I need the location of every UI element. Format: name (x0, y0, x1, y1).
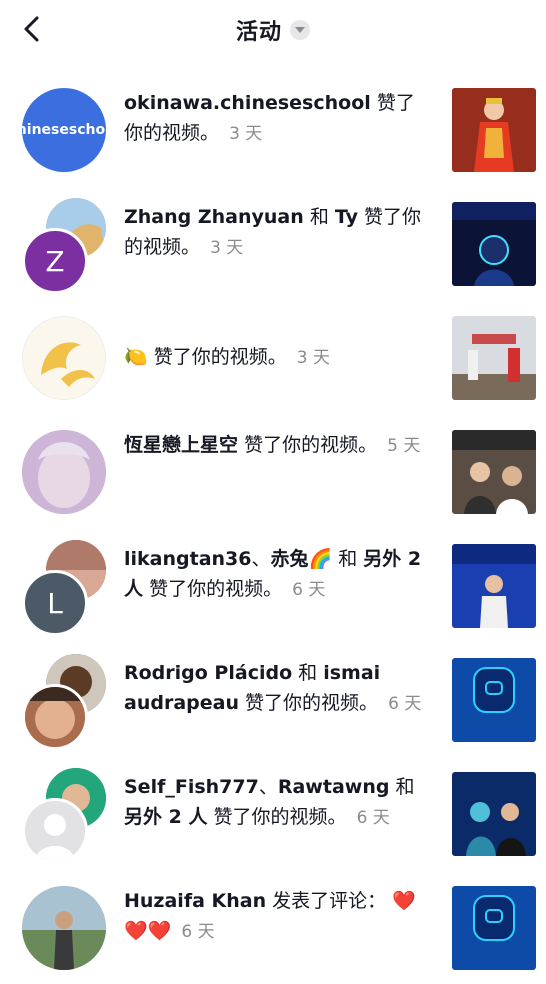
username[interactable]: Huzaifa Khan (124, 890, 266, 912)
others-count[interactable]: 另外 2 人 (124, 806, 207, 828)
video-thumbnail[interactable] (452, 88, 536, 172)
timestamp: 6 天 (292, 580, 326, 600)
timestamp: 3 天 (210, 238, 244, 258)
avatar[interactable]: chineseschool (22, 88, 106, 172)
activity-text: Huzaifa Khan 发表了评论： ❤️❤️❤️ 6 天 (124, 886, 428, 947)
username[interactable]: okinawa.chineseschool (124, 92, 371, 114)
activity-text: Zhang Zhanyuan 和 Ty 赞了你的视频。 3 天 (124, 206, 422, 258)
username[interactable]: 赤兔🌈 (271, 548, 333, 570)
avatar-letter[interactable]: Z (22, 228, 88, 294)
username[interactable]: Self_Fish777 (124, 776, 259, 798)
timestamp: 5 天 (387, 436, 421, 456)
avatar[interactable] (22, 684, 88, 750)
action-text: 赞了你的视频。 (245, 692, 379, 714)
activity-row[interactable]: Rodrigo Plácido 和 ismai audrapeau 赞了你的视频… (0, 644, 546, 756)
page-title: 活动 (235, 20, 282, 45)
activity-text: okinawa.chineseschool 赞了你的视频。 3 天 (124, 88, 428, 149)
username[interactable]: Ty (335, 206, 358, 228)
activity-row[interactable]: Self_Fish777、Rawtawng 和 另外 2 人 赞了你的视频。 6… (0, 758, 546, 870)
activity-text: 🍋 赞了你的视频。 3 天 (124, 342, 428, 373)
activity-row[interactable]: L likangtan36、赤兔🌈 和 另外 2 人 赞了你的视频。 6 天 (0, 530, 546, 642)
activity-row[interactable]: Huzaifa Khan 发表了评论： ❤️❤️❤️ 6 天 (0, 872, 546, 984)
emoji-username[interactable]: 🍋 (124, 346, 148, 368)
activity-text: likangtan36、赤兔🌈 和 另外 2 人 赞了你的视频。 6 天 (124, 548, 422, 600)
action-text: 赞了你的视频。 (149, 578, 283, 600)
action-text: 发表了评论： (272, 890, 387, 912)
activity-row[interactable]: 恆星戀上星空 赞了你的视频。 5 天 (0, 416, 546, 528)
video-thumbnail[interactable] (452, 544, 536, 628)
activity-text: Self_Fish777、Rawtawng 和 另外 2 人 赞了你的视频。 6… (124, 776, 415, 828)
avatar-logo-text: chineseschool (22, 122, 106, 138)
activity-row[interactable]: chineseschool okinawa.chineseschool 赞了你的… (0, 74, 546, 186)
video-thumbnail[interactable] (452, 886, 536, 970)
avatar[interactable] (22, 316, 106, 400)
username[interactable]: 恆星戀上星空 (124, 434, 238, 456)
caret-down-icon (295, 27, 305, 33)
action-text: 赞了你的视频。 (244, 434, 378, 456)
timestamp: 3 天 (229, 124, 263, 144)
video-thumbnail[interactable] (452, 202, 536, 286)
video-thumbnail[interactable] (452, 430, 536, 514)
username[interactable]: likangtan36 (124, 548, 251, 570)
timestamp: 6 天 (356, 808, 390, 828)
activity-row[interactable]: Z Zhang Zhanyuan 和 Ty 赞了你的视频。 3 天 (0, 188, 546, 300)
avatar-letter[interactable]: L (22, 570, 88, 636)
default-avatar[interactable] (22, 798, 88, 864)
timestamp: 3 天 (296, 348, 331, 368)
username[interactable]: Rodrigo Plácido (124, 662, 292, 684)
action-text: 赞了你的视频。 (153, 346, 287, 368)
activity-row[interactable]: 🍋 赞了你的视频。 3 天 (0, 302, 546, 414)
action-text: 赞了你的视频。 (213, 806, 347, 828)
username[interactable]: Zhang Zhanyuan (124, 206, 304, 228)
activity-text: 恆星戀上星空 赞了你的视频。 5 天 (124, 430, 428, 461)
video-thumbnail[interactable] (452, 316, 536, 400)
header: 活动 (0, 0, 546, 60)
title-dropdown-button[interactable] (290, 20, 310, 40)
video-thumbnail[interactable] (452, 658, 536, 742)
avatar[interactable] (22, 430, 106, 514)
activity-text: Rodrigo Plácido 和 ismai audrapeau 赞了你的视频… (124, 662, 422, 714)
timestamp: 6 天 (181, 922, 215, 942)
person-icon (25, 801, 85, 861)
username[interactable]: Rawtawng (278, 776, 390, 798)
video-thumbnail[interactable] (452, 772, 536, 856)
avatar[interactable] (22, 886, 106, 970)
timestamp: 6 天 (388, 694, 422, 714)
